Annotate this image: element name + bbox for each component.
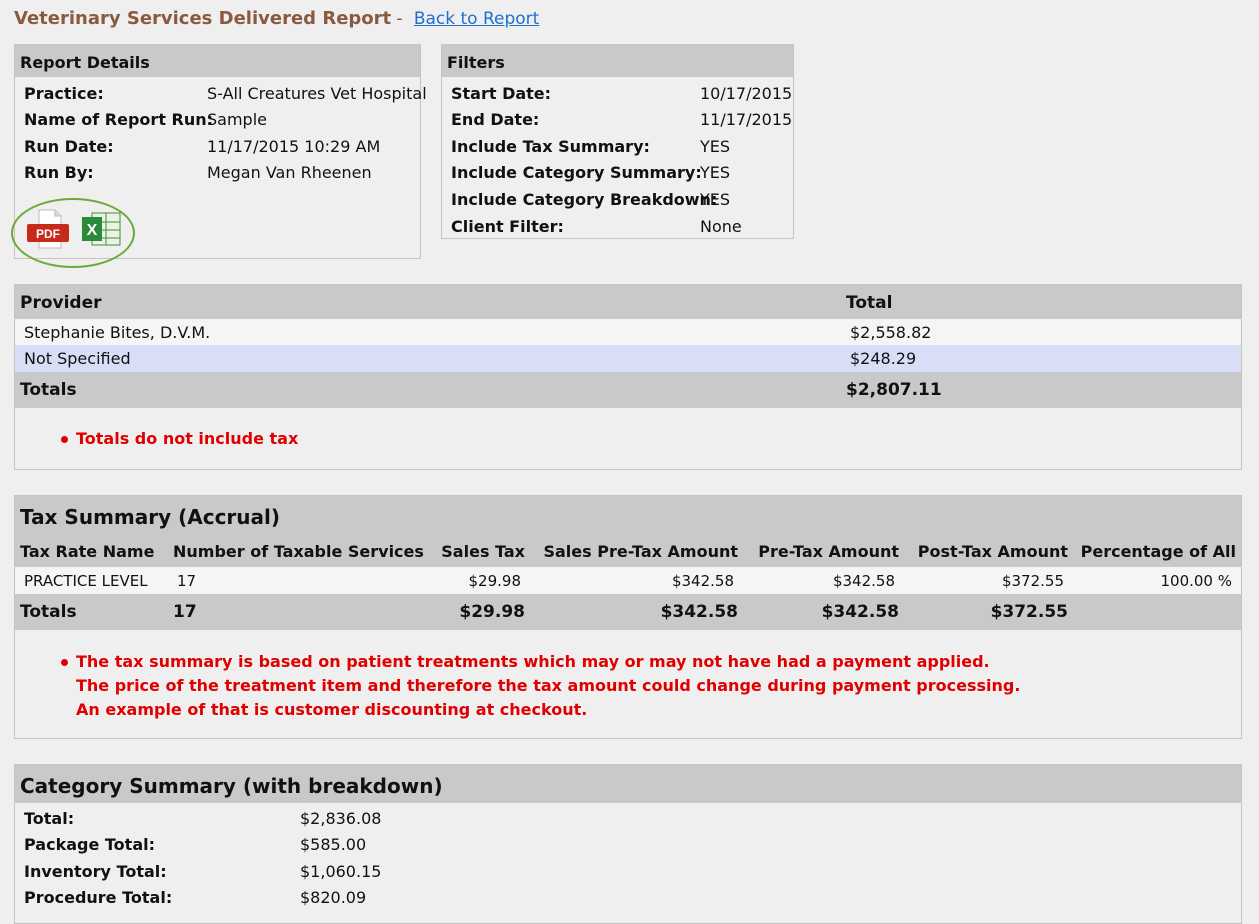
filter-label: Include Tax Summary:	[451, 137, 650, 156]
filter-label: Client Filter:	[451, 217, 564, 236]
totals-value: $2,807.11	[846, 380, 942, 400]
tax-total-cell: $29.98	[459, 602, 525, 622]
category-value: $1,060.15	[300, 862, 382, 881]
tax-cell: $372.55	[1001, 572, 1064, 590]
tax-total-cell: $342.58	[821, 602, 899, 622]
filters-heading: Filters	[442, 45, 793, 77]
pdf-icon-label: PDF	[36, 227, 60, 241]
tax-cell: $342.58	[832, 572, 895, 590]
provider-name: Stephanie Bites, D.V.M.	[24, 323, 211, 342]
filter-label: Include Category Summary:	[451, 163, 702, 182]
provider-header: Provider	[20, 293, 102, 313]
back-to-report-link[interactable]: Back to Report	[414, 9, 540, 29]
category-summary-heading: Category Summary (with breakdown)	[20, 774, 443, 798]
filter-label: Include Category Breakdown:	[451, 190, 718, 209]
excel-icon[interactable]: X	[80, 209, 122, 249]
provider-name: Not Specified	[24, 349, 131, 368]
category-value: $585.00	[300, 835, 367, 854]
detail-label: Name of Report Run:	[24, 110, 214, 129]
table-row[interactable]: Not Specified $248.29	[15, 345, 1241, 372]
provider-total: $2,558.82	[850, 323, 932, 342]
category-summary-panel: Category Summary (with breakdown) Total:…	[14, 764, 1242, 924]
detail-value: Megan Van Rheenen	[207, 163, 372, 182]
pdf-icon[interactable]: PDF	[25, 208, 71, 252]
filter-value: 10/17/2015	[700, 84, 793, 103]
tax-col-header: Sales Tax	[441, 542, 525, 561]
category-label: Package Total:	[24, 835, 155, 854]
tax-total-cell: Totals	[20, 602, 77, 622]
category-summary-header: Category Summary (with breakdown)	[15, 765, 1241, 803]
detail-label: Practice:	[24, 84, 104, 103]
tax-col-header: Pre-Tax Amount	[758, 542, 899, 561]
tax-cell: 100.00 %	[1160, 572, 1232, 590]
total-header: Total	[846, 293, 893, 313]
totals-label: Totals	[20, 380, 77, 400]
detail-value: 11/17/2015 10:29 AM	[207, 137, 381, 156]
title-bar: Veterinary Services Delivered Report - B…	[14, 8, 539, 29]
tax-cell: PRACTICE LEVEL	[24, 572, 148, 590]
provider-table-header: Provider Total	[15, 285, 1241, 319]
tax-summary-header-block: Tax Summary (Accrual) Tax Rate Name Numb…	[15, 496, 1241, 567]
tax-note-line: An example of that is customer discounti…	[76, 700, 588, 719]
tax-summary-heading: Tax Summary (Accrual)	[20, 505, 281, 529]
provider-table: Provider Total Stephanie Bites, D.V.M. $…	[14, 284, 1242, 470]
filter-label: End Date:	[451, 110, 540, 129]
tax-cell: 17	[177, 572, 197, 590]
note-bullet	[61, 436, 68, 443]
excel-icon-label: X	[87, 222, 98, 239]
tax-total-cell: 17	[173, 602, 197, 622]
category-label: Procedure Total:	[24, 888, 173, 907]
report-details-heading: Report Details	[15, 45, 420, 77]
detail-label: Run By:	[24, 163, 94, 182]
tax-total-cell: $342.58	[660, 602, 738, 622]
filter-value: YES	[700, 163, 731, 182]
category-value: $820.09	[300, 888, 367, 907]
tax-totals-row: Totals 17 $29.98 $342.58 $342.58 $372.55	[15, 594, 1241, 630]
tax-cell: $342.58	[671, 572, 734, 590]
provider-note: Totals do not include tax	[76, 429, 299, 448]
tax-col-header: Number of Taxable Services	[173, 542, 424, 561]
category-value: $2,836.08	[300, 809, 382, 828]
tax-col-header: Percentage of All	[1080, 542, 1236, 561]
filters-panel: Filters Start Date: 10/17/2015 End Date:…	[441, 44, 794, 239]
tax-col-header: Post-Tax Amount	[917, 542, 1068, 561]
tax-col-header: Tax Rate Name	[20, 542, 155, 561]
page-title: Veterinary Services Delivered Report	[14, 8, 392, 29]
filter-value: YES	[700, 137, 731, 156]
table-row[interactable]: PRACTICE LEVEL 17 $29.98 $342.58 $342.58…	[15, 567, 1241, 594]
filter-label: Start Date:	[451, 84, 552, 103]
detail-label: Run Date:	[24, 137, 114, 156]
provider-totals-row: Totals $2,807.11	[15, 372, 1241, 408]
tax-summary-panel: Tax Summary (Accrual) Tax Rate Name Numb…	[14, 495, 1242, 739]
provider-total: $248.29	[850, 349, 917, 368]
tax-note-line: The tax summary is based on patient trea…	[76, 652, 990, 671]
category-label: Total:	[24, 809, 75, 828]
tax-cell: $29.98	[468, 572, 522, 590]
note-bullet	[61, 659, 68, 666]
category-label: Inventory Total:	[24, 862, 167, 881]
detail-value: Sample	[207, 110, 267, 129]
tax-total-cell: $372.55	[990, 602, 1068, 622]
filter-value: None	[700, 217, 742, 236]
tax-col-header: Sales Pre-Tax Amount	[543, 542, 738, 561]
tax-note-line: The price of the treatment item and ther…	[76, 676, 1021, 695]
table-row[interactable]: Stephanie Bites, D.V.M. $2,558.82	[15, 319, 1241, 345]
filter-value: YES	[700, 190, 731, 209]
filter-value: 11/17/2015	[700, 110, 793, 129]
title-separator: -	[396, 8, 403, 29]
detail-value: S-All Creatures Vet Hospital	[207, 84, 427, 103]
